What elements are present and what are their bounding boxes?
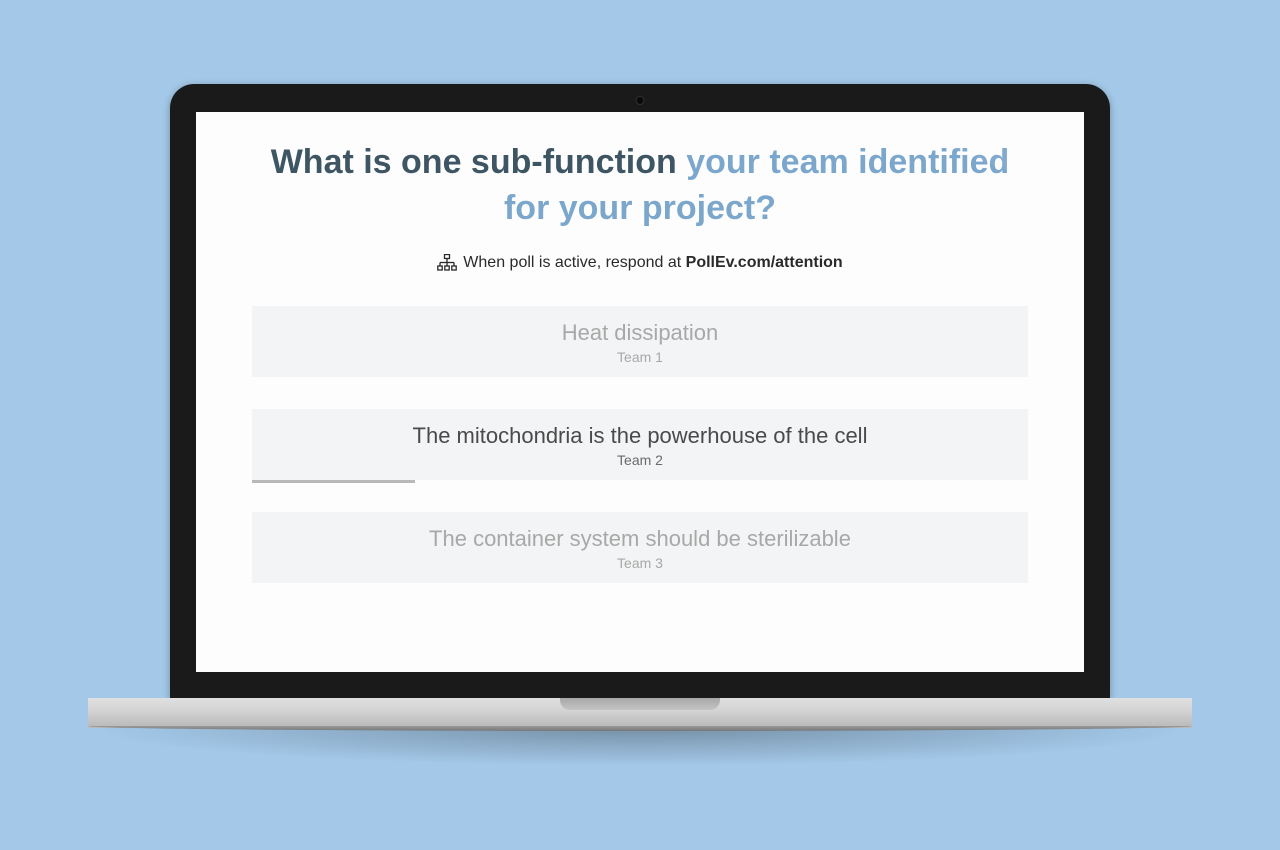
laptop-shadow xyxy=(88,728,1192,766)
instruction-prefix: When poll is active, respond at xyxy=(463,254,685,271)
response-text: The container system should be steriliza… xyxy=(262,526,1018,552)
poll-instruction: When poll is active, respond at PollEv.c… xyxy=(246,254,1034,272)
progress-bar xyxy=(252,480,415,483)
response-card[interactable]: The container system should be steriliza… xyxy=(252,512,1028,583)
question-part-1: What is one sub-function xyxy=(271,143,687,181)
response-text: The mitochondria is the powerhouse of th… xyxy=(262,423,1018,449)
camera-dot xyxy=(636,96,645,105)
response-team: Team 2 xyxy=(262,452,1018,468)
laptop-screen: What is one sub-function your team ident… xyxy=(196,112,1084,672)
laptop-base xyxy=(88,698,1192,728)
response-team: Team 3 xyxy=(262,555,1018,571)
response-team: Team 1 xyxy=(262,349,1018,365)
hierarchy-icon xyxy=(437,254,457,272)
instruction-url: PollEv.com/attention xyxy=(686,254,843,271)
response-text: Heat dissipation xyxy=(262,320,1018,346)
laptop-bezel: What is one sub-function your team ident… xyxy=(170,84,1110,698)
poll-question: What is one sub-function your team ident… xyxy=(246,140,1034,232)
instruction-text: When poll is active, respond at PollEv.c… xyxy=(463,254,842,272)
poll-content: What is one sub-function your team ident… xyxy=(196,112,1084,603)
response-card[interactable]: The mitochondria is the powerhouse of th… xyxy=(252,409,1028,480)
response-card[interactable]: Heat dissipation Team 1 xyxy=(252,306,1028,377)
laptop-frame: What is one sub-function your team ident… xyxy=(170,84,1110,766)
responses-list: Heat dissipation Team 1 The mitochondria… xyxy=(246,306,1034,583)
